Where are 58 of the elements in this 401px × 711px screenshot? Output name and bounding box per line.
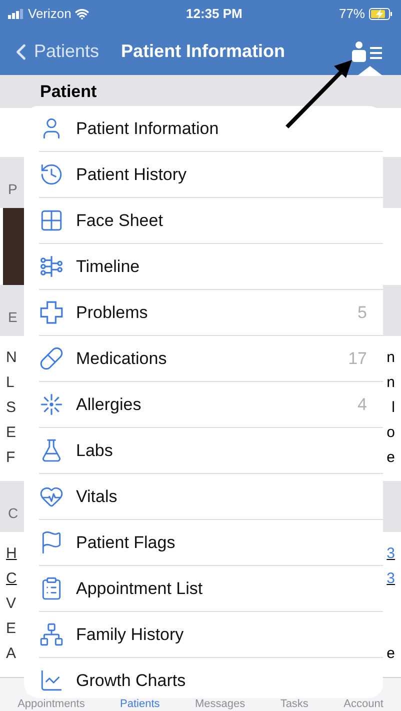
- menu-item[interactable]: Timeline: [39, 244, 383, 290]
- wifi-icon: [75, 7, 90, 21]
- menu-item[interactable]: Patient Flags: [39, 520, 383, 566]
- item-count: 4: [358, 394, 367, 416]
- row-value: n: [386, 373, 395, 394]
- row-value: o: [386, 423, 395, 444]
- row-value: l: [392, 398, 395, 418]
- battery-percent: 77%: [338, 5, 365, 24]
- section-label: E: [8, 308, 18, 327]
- clock: 12:35 PM: [186, 5, 242, 24]
- menu-item[interactable]: Medications 17: [39, 336, 383, 382]
- menu-item[interactable]: Face Sheet: [39, 198, 383, 244]
- row-label: S: [6, 398, 16, 418]
- row-label: V: [6, 594, 16, 614]
- row-value: e: [386, 644, 395, 664]
- row-label: E: [6, 619, 16, 640]
- tab-item[interactable]: Patients: [120, 698, 160, 710]
- section-label: P: [8, 180, 18, 199]
- row-label: E: [6, 423, 16, 444]
- battery-charging-icon: [369, 8, 393, 20]
- menu-item[interactable]: Vitals: [39, 474, 383, 520]
- menu-item[interactable]: Appointment List: [39, 566, 383, 612]
- row-value: 3: [386, 544, 395, 564]
- patient-menu-button[interactable]: [351, 40, 385, 64]
- section-title: Patient: [40, 80, 97, 103]
- menu-item[interactable]: Family History: [39, 612, 383, 658]
- menu-item[interactable]: Allergies 4: [39, 382, 383, 428]
- popover-pointer: [357, 66, 383, 76]
- history-clock-icon: [39, 162, 64, 187]
- row-value: n: [386, 348, 395, 368]
- pill-icon: [39, 346, 64, 371]
- row-value: e: [386, 448, 395, 468]
- row-label: C: [6, 569, 17, 590]
- menu-item[interactable]: Growth Charts: [39, 658, 383, 698]
- signal-icon: [8, 9, 24, 19]
- line-chart-icon: [39, 668, 64, 693]
- row-label: A: [6, 644, 16, 664]
- screen-title: Patient Information: [121, 40, 286, 63]
- grid-icon: [39, 208, 64, 233]
- carrier-name: Verizon: [28, 5, 72, 24]
- menu-item[interactable]: Patient Information: [39, 106, 383, 152]
- row-label: H: [6, 544, 17, 564]
- menu-item[interactable]: Problems 5: [39, 290, 383, 336]
- tree-icon: [39, 622, 64, 647]
- row-label: L: [6, 373, 14, 394]
- annotation-arrow: [284, 58, 354, 130]
- item-count: 17: [348, 348, 367, 370]
- row-value: 3: [386, 569, 395, 590]
- row-label: N: [6, 348, 17, 368]
- timeline-icon: [39, 254, 64, 279]
- cross-icon: [39, 300, 64, 325]
- person-list-icon: [351, 40, 385, 64]
- menu-item[interactable]: Patient History: [39, 152, 383, 198]
- row-label: F: [6, 448, 16, 468]
- section-label: C: [8, 504, 18, 523]
- burst-icon: [39, 392, 64, 417]
- menu-item[interactable]: Labs: [39, 428, 383, 474]
- item-count: 5: [358, 302, 367, 324]
